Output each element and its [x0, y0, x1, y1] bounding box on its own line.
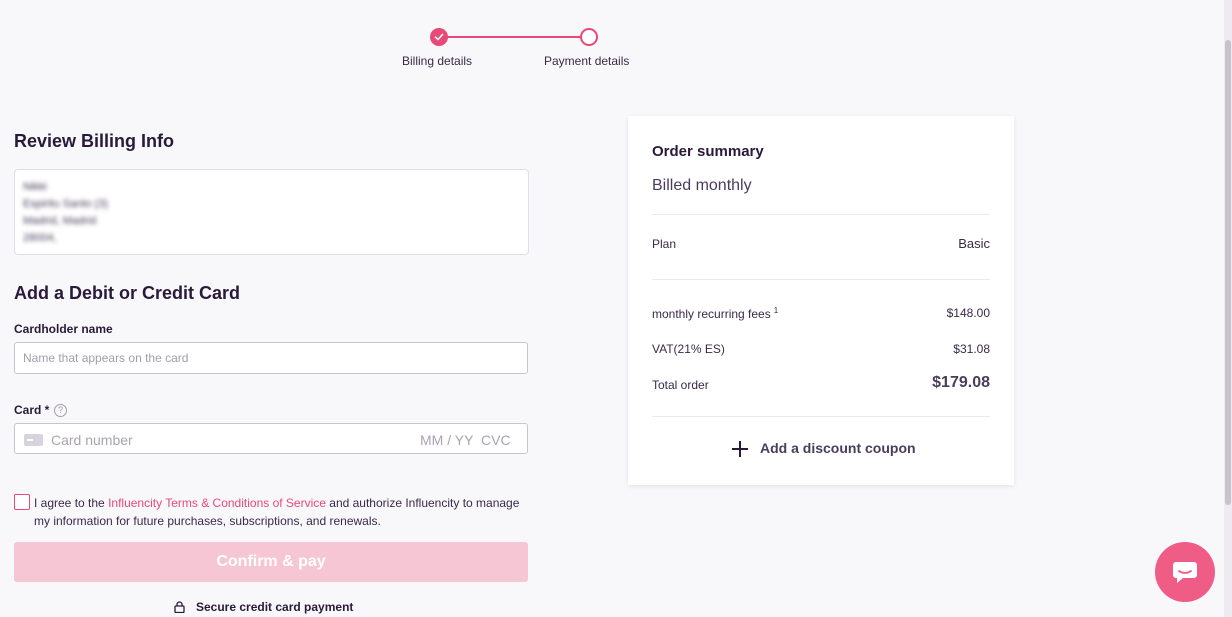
scrollbar-thumb[interactable] — [1225, 40, 1231, 505]
step-billing-dot[interactable] — [430, 28, 448, 46]
vat-label: VAT(21% ES) — [652, 342, 725, 356]
plan-label: Plan — [652, 237, 677, 251]
lock-icon — [174, 601, 185, 613]
billing-title: Review Billing Info — [14, 131, 175, 151]
plus-icon — [732, 441, 748, 457]
summary-divider — [652, 416, 990, 417]
step-payment-label: Payment details — [544, 54, 630, 68]
summary-divider — [652, 279, 990, 280]
check-icon — [434, 33, 444, 41]
terms-link[interactable]: Influencity Terms & Conditions of Servic… — [108, 496, 326, 510]
fees-label-text: monthly recurring fees — [652, 307, 771, 321]
stepper-line — [446, 36, 582, 38]
card-number-placeholder: Card number — [51, 432, 133, 448]
summary-divider — [652, 214, 990, 215]
total-value: $179.08 — [932, 374, 990, 391]
billing-cycle: Billed monthly — [652, 177, 752, 194]
cardholder-name-input[interactable] — [14, 342, 528, 374]
total-label: Total order — [652, 378, 709, 392]
chat-icon — [1173, 562, 1197, 583]
help-icon[interactable]: ? — [54, 404, 67, 417]
card-icon — [24, 434, 43, 446]
plan-value: Basic — [958, 236, 990, 251]
card-number-field[interactable]: Card number MM / YY CVC — [14, 423, 528, 454]
address-line: Madrid, Madrid — [23, 215, 97, 227]
page-scrollbar[interactable] — [1224, 0, 1232, 617]
billing-address-box: Nikki Espiritu Santo (3) Madrid, Madrid … — [14, 169, 529, 255]
cardholder-label: Cardholder name — [14, 322, 113, 336]
fees-label: monthly recurring fees 1 — [652, 306, 778, 321]
add-coupon-label: Add a discount coupon — [760, 440, 916, 456]
card-cvc-placeholder: CVC — [481, 432, 511, 448]
order-summary-card: Order summary Billed monthly Plan Basic … — [628, 116, 1014, 485]
terms-prefix: I agree to the — [34, 496, 109, 510]
vat-value: $31.08 — [953, 342, 990, 356]
card-form-title: Add a Debit or Credit Card — [14, 283, 241, 303]
secure-payment-label: Secure credit card payment — [196, 600, 354, 614]
confirm-pay-button[interactable]: Confirm & pay — [14, 542, 528, 582]
fees-footnote: 1 — [773, 306, 779, 315]
fees-value: $148.00 — [946, 306, 990, 320]
chat-button[interactable] — [1155, 542, 1215, 602]
address-line: 28004, — [23, 232, 57, 244]
step-billing-label[interactable]: Billing details — [402, 54, 472, 68]
terms-agreement-text: I agree to the Influencity Terms & Condi… — [34, 494, 534, 530]
step-payment-dot — [580, 28, 598, 46]
address-line: Nikki — [23, 181, 47, 193]
card-expiry-placeholder: MM / YY — [420, 432, 474, 448]
order-summary-title: Order summary — [652, 143, 764, 160]
checkout-stepper: Billing details Payment details — [0, 14, 1232, 68]
address-line: Espiritu Santo (3) — [23, 198, 108, 210]
terms-checkbox[interactable] — [14, 494, 30, 510]
card-label: Card * — [14, 403, 50, 417]
